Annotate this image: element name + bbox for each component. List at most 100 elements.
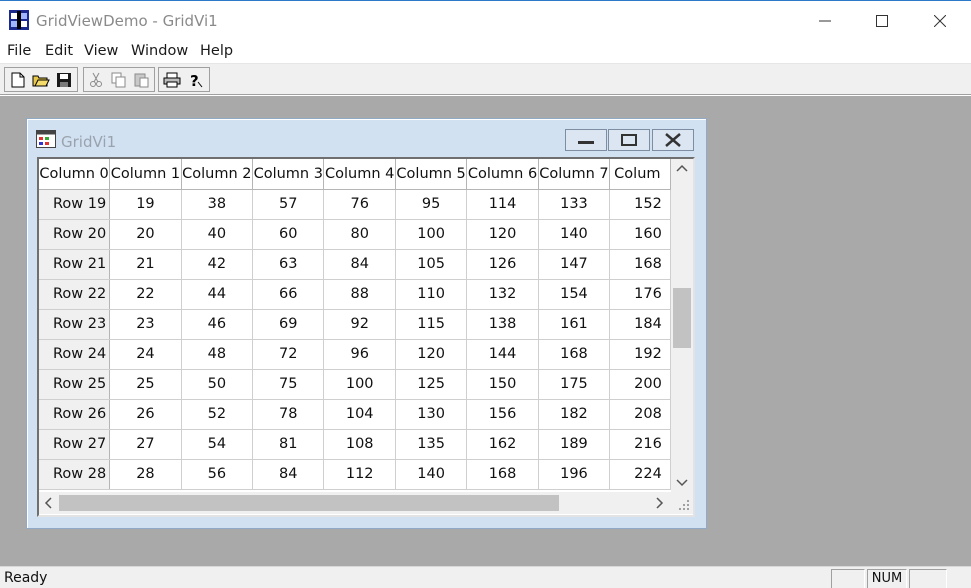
column-header[interactable]: Colum [609, 159, 671, 190]
menu-file[interactable]: File [7, 43, 31, 59]
child-window[interactable]: GridVi1 Column 0 Column 1 Column 2 Colum… [26, 118, 707, 529]
grid-cell[interactable]: 96 [323, 339, 396, 370]
menu-view[interactable]: View [84, 43, 118, 59]
grid-cell[interactable]: 88 [323, 279, 396, 310]
grid-cell[interactable]: 27 [109, 429, 182, 460]
grid-cell[interactable]: 126 [466, 249, 539, 280]
table-row[interactable]: Row 28 28 56 84 112 140 168 196 224 [39, 459, 671, 490]
grid-cell[interactable]: 135 [395, 429, 468, 460]
grid-cell[interactable]: 224 [609, 459, 671, 490]
grid-cell[interactable]: 114 [466, 189, 539, 220]
grid-cell[interactable]: 40 [181, 219, 254, 250]
grid-cell[interactable]: 168 [466, 459, 539, 490]
app-icon[interactable] [9, 10, 29, 30]
grid-cell[interactable]: 161 [538, 309, 611, 340]
grid-cell[interactable]: 25 [109, 369, 182, 400]
grid-cell[interactable]: 156 [466, 399, 539, 430]
row-header[interactable]: Row 22 [39, 279, 111, 310]
grid-cell[interactable]: 140 [395, 459, 468, 490]
grid-cell[interactable]: 112 [323, 459, 396, 490]
row-header[interactable]: Row 25 [39, 369, 111, 400]
grid-cell[interactable]: 69 [252, 309, 325, 340]
grid-cell[interactable]: 78 [252, 399, 325, 430]
grid-cell[interactable]: 92 [323, 309, 396, 340]
grid-cell[interactable]: 130 [395, 399, 468, 430]
row-header[interactable]: Row 20 [39, 219, 111, 250]
grid-cell[interactable]: 125 [395, 369, 468, 400]
grid-cell[interactable]: 208 [609, 399, 671, 430]
child-close-button[interactable] [652, 129, 694, 151]
new-document-button[interactable] [8, 70, 28, 90]
child-minimize-button[interactable] [565, 129, 607, 151]
scroll-down-arrow-icon[interactable] [676, 477, 688, 492]
grid-cell[interactable]: 42 [181, 249, 254, 280]
column-header[interactable]: Column 7 [538, 159, 611, 190]
grid-cell[interactable]: 162 [466, 429, 539, 460]
grid-cell[interactable]: 108 [323, 429, 396, 460]
grid-cell[interactable]: 76 [323, 189, 396, 220]
row-header[interactable]: Row 21 [39, 249, 111, 280]
grid-cell[interactable]: 105 [395, 249, 468, 280]
table-row[interactable]: Row 20 20 40 60 80 100 120 140 160 [39, 219, 671, 250]
grid-cell[interactable]: 133 [538, 189, 611, 220]
open-button[interactable] [31, 70, 51, 90]
grid-cell[interactable]: 100 [395, 219, 468, 250]
grid-cell[interactable]: 63 [252, 249, 325, 280]
copy-button[interactable] [109, 70, 129, 90]
grid-cell[interactable]: 54 [181, 429, 254, 460]
grid-cell[interactable]: 138 [466, 309, 539, 340]
data-grid[interactable]: Column 0 Column 1 Column 2 Column 3 Colu… [39, 159, 671, 490]
grid-cell[interactable]: 48 [181, 339, 254, 370]
grid-cell[interactable]: 150 [466, 369, 539, 400]
column-header[interactable]: Column 5 [395, 159, 468, 190]
grid-cell[interactable]: 175 [538, 369, 611, 400]
grid-cell[interactable]: 147 [538, 249, 611, 280]
table-row[interactable]: Row 25 25 50 75 100 125 150 175 200 [39, 369, 671, 400]
minimize-button[interactable] [796, 1, 854, 41]
grid-cell[interactable]: 100 [323, 369, 396, 400]
scroll-right-arrow-icon[interactable] [655, 497, 665, 513]
grid-cell[interactable]: 182 [538, 399, 611, 430]
row-header[interactable]: Row 26 [39, 399, 111, 430]
row-header[interactable]: Row 19 [39, 189, 111, 220]
table-row[interactable]: Row 19 19 38 57 76 95 114 133 152 [39, 189, 671, 220]
grid-cell[interactable]: 84 [323, 249, 396, 280]
help-button[interactable]: ? [185, 70, 205, 90]
menu-help[interactable]: Help [200, 43, 233, 59]
vertical-scroll-thumb[interactable] [673, 288, 691, 348]
table-row[interactable]: Row 26 26 52 78 104 130 156 182 208 [39, 399, 671, 430]
column-header[interactable]: Column 0 [39, 159, 111, 190]
row-header[interactable]: Row 27 [39, 429, 111, 460]
cut-button[interactable] [86, 70, 106, 90]
grid-cell[interactable]: 200 [609, 369, 671, 400]
horizontal-scroll-thumb[interactable] [59, 495, 559, 511]
grid-cell[interactable]: 44 [181, 279, 254, 310]
column-header[interactable]: Column 6 [466, 159, 539, 190]
row-header[interactable]: Row 23 [39, 309, 111, 340]
menu-window[interactable]: Window [131, 43, 188, 59]
grid-cell[interactable]: 140 [538, 219, 611, 250]
grid-cell[interactable]: 84 [252, 459, 325, 490]
grid-cell[interactable]: 95 [395, 189, 468, 220]
maximize-button[interactable] [853, 1, 911, 41]
grid-cell[interactable]: 66 [252, 279, 325, 310]
grid-cell[interactable]: 120 [466, 219, 539, 250]
grid-cell[interactable]: 38 [181, 189, 254, 220]
row-header[interactable]: Row 24 [39, 339, 111, 370]
grid-cell[interactable]: 19 [109, 189, 182, 220]
grid-cell[interactable]: 50 [181, 369, 254, 400]
grid-cell[interactable]: 20 [109, 219, 182, 250]
table-row[interactable]: Row 22 22 44 66 88 110 132 154 176 [39, 279, 671, 310]
menu-edit[interactable]: Edit [45, 43, 73, 59]
grid-cell[interactable]: 24 [109, 339, 182, 370]
grid-cell[interactable]: 104 [323, 399, 396, 430]
grid-cell[interactable]: 192 [609, 339, 671, 370]
grid-cell[interactable]: 184 [609, 309, 671, 340]
grid-cell[interactable]: 160 [609, 219, 671, 250]
grid-cell[interactable]: 168 [538, 339, 611, 370]
grid-cell[interactable]: 120 [395, 339, 468, 370]
grid-cell[interactable]: 52 [181, 399, 254, 430]
grid-cell[interactable]: 115 [395, 309, 468, 340]
horizontal-scrollbar[interactable] [39, 492, 671, 514]
grid-cell[interactable]: 189 [538, 429, 611, 460]
